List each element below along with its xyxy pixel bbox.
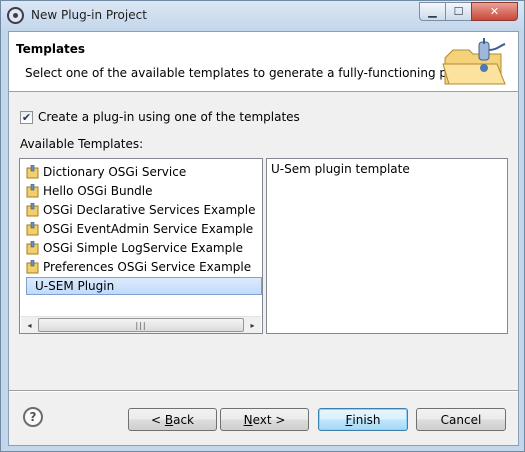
plugin-template-icon: [26, 260, 39, 274]
eclipse-icon: [7, 7, 24, 24]
back-button[interactable]: < Back: [128, 408, 217, 431]
plugin-template-icon: [26, 241, 39, 255]
back-prefix: <: [150, 412, 165, 427]
plugin-template-icon: [26, 203, 39, 217]
next-mnemonic: N: [243, 412, 253, 427]
grip-icon: |||: [135, 320, 147, 330]
back-mnemonic: B: [164, 412, 174, 427]
checkmark-icon: ✔: [21, 110, 32, 124]
maximize-icon: ☐: [453, 5, 464, 18]
dialog-body: Templates Select one of the available te…: [8, 31, 519, 446]
close-button[interactable]: ✕: [471, 2, 518, 21]
finish-label-rest: inish: [352, 412, 381, 427]
template-item[interactable]: OSGi Simple LogService Example: [26, 239, 243, 257]
scroll-left-button[interactable]: ◂: [21, 317, 38, 333]
next-button[interactable]: Next >: [220, 408, 309, 431]
template-label: OSGi Declarative Services Example: [43, 203, 256, 217]
plugin-template-icon: [26, 165, 39, 179]
page-description: Select one of the available templates to…: [25, 66, 485, 80]
new-plugin-project-dialog: New Plug-in Project ▁ ☐ ✕ Templates Sele…: [0, 0, 525, 452]
window-title: New Plug-in Project: [31, 8, 147, 22]
footer-separator: [9, 390, 518, 392]
plugin-folder-icon: [442, 38, 506, 85]
use-template-checkbox[interactable]: ✔: [20, 110, 33, 124]
template-item-selected[interactable]: U-SEM Plugin: [26, 277, 262, 295]
next-label-rest: ext >: [252, 412, 286, 427]
page-title: Templates: [16, 42, 86, 56]
horizontal-scrollbar[interactable]: ◂ ||| ▸: [21, 316, 261, 333]
back-label-rest: ack: [173, 412, 194, 427]
close-icon: ✕: [489, 5, 500, 18]
scroll-right-button[interactable]: ▸: [244, 317, 261, 333]
template-label: OSGi EventAdmin Service Example: [43, 222, 254, 236]
template-item[interactable]: Dictionary OSGi Service: [26, 163, 186, 181]
title-bar[interactable]: New Plug-in Project ▁ ☐ ✕: [1, 1, 524, 31]
cancel-button[interactable]: Cancel: [416, 408, 506, 431]
help-button[interactable]: ?: [23, 407, 43, 427]
minimize-button[interactable]: ▁: [419, 2, 446, 21]
help-icon: ?: [29, 410, 37, 424]
use-template-row[interactable]: ✔ Create a plug-in using one of the temp…: [20, 110, 300, 124]
wizard-header: Templates Select one of the available te…: [9, 32, 518, 92]
template-label: Hello OSGi Bundle: [43, 184, 153, 198]
minimize-icon: ▁: [428, 5, 437, 18]
use-template-label[interactable]: Create a plug-in using one of the templa…: [38, 110, 300, 124]
finish-mnemonic: F: [345, 412, 353, 427]
template-item[interactable]: Preferences OSGi Service Example: [26, 258, 251, 276]
templates-list[interactable]: Dictionary OSGi Service Hello OSGi Bundl…: [19, 158, 263, 334]
template-description-panel: U-Sem plugin template: [266, 158, 508, 334]
scroll-thumb[interactable]: |||: [38, 318, 244, 332]
template-item[interactable]: OSGi Declarative Services Example: [26, 201, 256, 219]
available-templates-label: Available Templates:: [20, 137, 144, 151]
template-label: U-SEM Plugin: [35, 279, 115, 293]
chevron-right-icon: ▸: [250, 320, 255, 330]
finish-button[interactable]: Finish: [318, 408, 408, 431]
template-label: Dictionary OSGi Service: [43, 165, 187, 179]
template-label: Preferences OSGi Service Example: [43, 260, 252, 274]
chevron-left-icon: ◂: [27, 320, 32, 330]
template-description: U-Sem plugin template: [271, 162, 410, 176]
template-label: OSGi Simple LogService Example: [43, 241, 243, 255]
plugin-template-icon: [26, 222, 39, 236]
plugin-template-icon: [26, 184, 39, 198]
cancel-label: Cancel: [440, 412, 482, 427]
template-item[interactable]: Hello OSGi Bundle: [26, 182, 153, 200]
maximize-button[interactable]: ☐: [445, 2, 472, 21]
template-item[interactable]: OSGi EventAdmin Service Example: [26, 220, 253, 238]
